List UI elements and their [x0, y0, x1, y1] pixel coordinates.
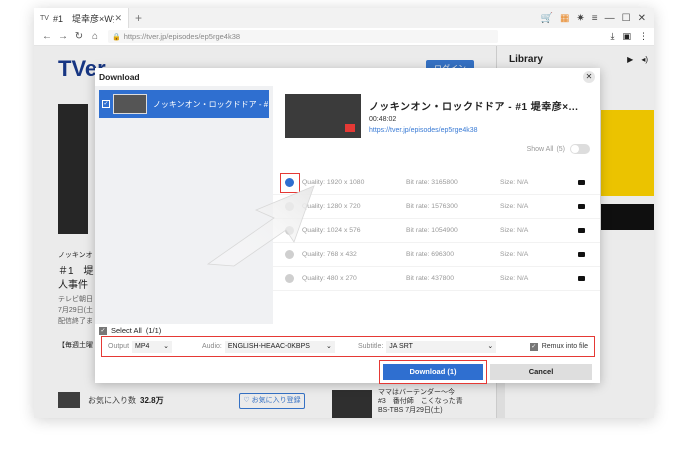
quality-label: Quality: 480 x 270 [302, 275, 357, 282]
preview-icon[interactable] [578, 228, 585, 233]
quality-radio[interactable] [285, 274, 294, 283]
theme-icon[interactable]: ✷ [576, 13, 584, 24]
item-title: ノッキンオン・ロックドドア - #... [153, 99, 268, 109]
remux-label: Remux into file [541, 343, 588, 350]
bitrate-label: Bit rate: 1054900 [406, 227, 458, 234]
video-title: ノッキンオン・ロックドドア - #1 堤幸彦×... [369, 102, 579, 113]
video-thumbnail [285, 94, 361, 138]
new-tab-button[interactable]: + [135, 11, 142, 25]
url-text: https://tver.jp/episodes/ep5rge4k38 [123, 32, 241, 41]
video-list-item[interactable]: ✓ ノッキンオン・ロックドドア - #... [99, 90, 269, 118]
audio-value: ENGLISH-HEAAC-0KBPS [227, 342, 310, 350]
tab-close-icon[interactable]: ✕ [114, 13, 122, 24]
chevron-down-icon: ⌄ [163, 342, 170, 350]
reload-icon[interactable]: ↻ [72, 31, 86, 42]
download-button[interactable]: Download (1) [383, 364, 483, 380]
chevron-down-icon: ⌄ [325, 342, 332, 350]
remux-option[interactable]: ✓ Remux into file [529, 342, 588, 351]
output-value: MP4 [135, 342, 150, 350]
tab-favicon: TV [40, 14, 49, 22]
quality-row[interactable]: Quality: 480 x 270 Bit rate: 437800 Size… [273, 267, 600, 291]
select-all[interactable]: ✓ Select All (1/1) [99, 326, 161, 335]
preview-icon[interactable] [578, 252, 585, 257]
select-all-checkbox[interactable]: ✓ [99, 326, 107, 335]
preview-icon[interactable] [578, 180, 585, 185]
lock-icon: 🔒 [112, 33, 121, 41]
lock-toolbar-icon[interactable]: ▣ [622, 31, 631, 42]
bitrate-label: Bit rate: 437800 [406, 275, 454, 282]
thumb-badge [345, 124, 355, 132]
select-all-count: (1/1) [145, 326, 162, 335]
output-select[interactable]: MP4 ⌄ [132, 340, 173, 353]
size-label: Size: N/A [500, 203, 529, 210]
download-icon[interactable]: ⤓ [611, 31, 615, 42]
minimize-icon[interactable]: — [605, 13, 615, 24]
title-bar: TV #1 堤幸彦×W探偵 ✕ + 🛒 ▦ ✷ ≡ — ☐ ✕ [34, 8, 654, 28]
address-bar: ← → ↻ ⌂ 🔒 https://tver.jp/episodes/ep5rg… [34, 28, 654, 46]
remux-checkbox[interactable]: ✓ [529, 342, 538, 351]
home-icon[interactable]: ⌂ [88, 31, 102, 42]
show-all-count: (5) [556, 145, 565, 153]
output-option: Output MP4 ⌄ [108, 340, 173, 353]
size-label: Size: N/A [500, 227, 529, 234]
show-all-toggle[interactable] [570, 144, 590, 154]
bitrate-label: Bit rate: 1576300 [406, 203, 458, 210]
subtitle-value: JA SRT [389, 342, 413, 350]
close-window-icon[interactable]: ✕ [638, 13, 646, 24]
audio-select[interactable]: ENGLISH-HEAAC-0KBPS ⌄ [224, 340, 335, 353]
forward-icon[interactable]: → [56, 31, 70, 42]
audio-label: Audio: [202, 343, 222, 350]
download-options: Output MP4 ⌄ Audio: ENGLISH-HEAAC-0KBPS ⌄ … [101, 336, 595, 357]
show-all: Show All (5) [527, 144, 590, 154]
chevron-down-icon: ⌄ [487, 342, 494, 350]
back-icon[interactable]: ← [40, 31, 54, 42]
bitrate-label: Bit rate: 696300 [406, 251, 454, 258]
subtitle-option: Subtitle: JA SRT ⌄ [358, 340, 497, 353]
dialog-close-icon[interactable]: ✕ [583, 71, 595, 83]
menu-icon[interactable]: ≡ [592, 13, 598, 24]
dialog-title: Download [99, 72, 140, 82]
gift-icon[interactable]: ▦ [560, 13, 569, 24]
tab-title: #1 堤幸彦×W探偵 [52, 13, 115, 24]
maximize-icon[interactable]: ☐ [622, 13, 631, 24]
size-label: Size: N/A [500, 251, 529, 258]
browser-window: TV #1 堤幸彦×W探偵 ✕ + 🛒 ▦ ✷ ≡ — ☐ ✕ ← → ↻ ⌂ … [34, 8, 654, 418]
subtitle-select[interactable]: JA SRT ⌄ [386, 340, 497, 353]
download-dialog: Download ✕ ✓ ノッキンオン・ロックドドア - #... ✓ Sele… [95, 68, 600, 384]
video-url[interactable]: https://tver.jp/episodes/ep5rge4k38 [369, 127, 478, 134]
preview-icon[interactable] [578, 276, 585, 281]
select-all-label: Select All [111, 326, 142, 335]
cancel-button[interactable]: Cancel [490, 364, 592, 380]
window-controls: 🛒 ▦ ✷ ≡ — ☐ ✕ [541, 13, 655, 24]
output-label: Output [108, 343, 130, 350]
subtitle-label: Subtitle: [358, 343, 384, 350]
item-thumbnail [113, 94, 147, 114]
audio-option: Audio: ENGLISH-HEAAC-0KBPS ⌄ [202, 340, 335, 353]
preview-icon[interactable] [578, 204, 585, 209]
show-all-label: Show All [526, 145, 554, 153]
bitrate-label: Bit rate: 3165800 [406, 179, 458, 186]
right-toolbar: ⤓ ▣ ⋮ [611, 31, 655, 42]
url-field[interactable]: 🔒 https://tver.jp/episodes/ep5rge4k38 [108, 30, 498, 43]
browser-tab[interactable]: TV #1 堤幸彦×W探偵 ✕ [34, 8, 129, 28]
size-label: Size: N/A [500, 275, 529, 282]
item-checkbox[interactable]: ✓ [102, 100, 110, 108]
pointer-arrow-icon [206, 185, 315, 267]
size-label: Size: N/A [500, 179, 529, 186]
cart-icon[interactable]: 🛒 [541, 13, 553, 24]
video-duration: 00:48:02 [369, 116, 397, 123]
more-icon[interactable]: ⋮ [639, 31, 648, 42]
dialog-header: Download [95, 68, 600, 86]
